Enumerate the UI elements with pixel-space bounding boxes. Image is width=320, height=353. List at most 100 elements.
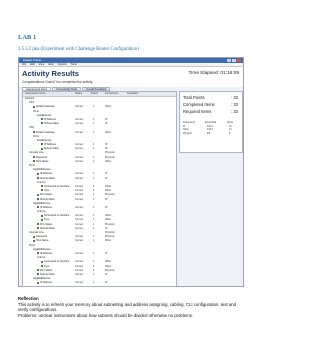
tree-row-text: Link Up	[37, 210, 46, 214]
doc-title: LAB 1	[18, 34, 37, 41]
tree-row-text: Ports	[33, 134, 39, 138]
tree-row[interactable]: IP Address Correct 1 IP	[23, 281, 176, 285]
tree-row-text: Host Name	[36, 159, 49, 163]
score-label: Completed Items	[183, 102, 215, 107]
tree-row-text: Default Gateway	[36, 105, 55, 109]
tree-row-text: GigabitEthernet	[33, 201, 51, 205]
menu-tools[interactable]: Tools	[71, 63, 77, 66]
tree-row-type: IP	[105, 281, 108, 285]
check-icon	[37, 222, 39, 225]
tree-row-text: Host Name	[36, 239, 49, 243]
check-icon	[41, 147, 43, 150]
tree-row-text: GigabitEthernet	[33, 247, 51, 251]
check-icon	[37, 273, 39, 276]
score-label: Required Items	[183, 109, 212, 114]
tree-row-text: Subnet Mask	[40, 226, 55, 230]
tree-row-text: Ports	[29, 243, 35, 247]
col-component[interactable]: Component	[105, 92, 118, 96]
tree-row-text: Ports	[29, 164, 35, 167]
score-row: Completed Items : 33	[183, 102, 239, 107]
check-icon	[33, 105, 35, 108]
check-icon	[37, 269, 39, 272]
check-icon	[33, 235, 35, 238]
check-icon	[37, 193, 39, 196]
assessment-tree[interactable]: Assessment Items Status Points Component…	[22, 91, 177, 287]
tree-row-text: GigabitEthernet	[33, 168, 51, 172]
tree-row-text: IP Address	[40, 205, 53, 209]
check-icon	[37, 227, 39, 230]
tree-row-points: 1	[93, 281, 95, 285]
tree-row-text: IP Address	[44, 117, 57, 121]
col-points[interactable]: Points	[91, 92, 98, 96]
results-title: Activity Results	[22, 69, 79, 78]
check-icon	[33, 160, 35, 163]
window-controls	[227, 59, 241, 62]
component-row: Physical 6/6 6	[183, 133, 239, 137]
menu-options[interactable]: Options	[58, 63, 67, 66]
tree-row-text: Type	[44, 189, 50, 193]
score-row: Required Items : 33	[183, 109, 239, 114]
score-panel: Total Points : 33 Completed Items : 33 R…	[179, 91, 243, 153]
maximize-button[interactable]	[232, 59, 236, 62]
minimize-button[interactable]	[227, 59, 231, 62]
check-icon	[37, 176, 39, 179]
completion-message: Congratulations Guest! You completed the…	[22, 80, 93, 84]
component-name: Physical	[183, 132, 192, 135]
tree-row-text: Port Status	[40, 268, 53, 272]
check-icon	[37, 172, 39, 175]
menu-file[interactable]: File	[22, 63, 26, 66]
check-icon	[41, 214, 43, 217]
tree-row-text: CS1	[29, 101, 34, 105]
tree-row-text: CS2	[29, 126, 34, 130]
reflection-paragraph: This activity is to refresh your memory …	[18, 301, 237, 313]
score-label: Total Points	[183, 95, 205, 100]
component-items: 6/6	[207, 132, 211, 135]
check-icon	[41, 122, 43, 125]
score-value: : 33	[231, 109, 238, 114]
tree-row-text: Link Up	[37, 256, 46, 260]
tree-row-text: Connected to Interface	[44, 260, 70, 264]
tree-row-text: Subnet Mask	[40, 272, 55, 276]
tree-row-text: IP Address	[40, 251, 53, 255]
menu-edit[interactable]: Edit	[30, 63, 34, 66]
check-icon	[41, 118, 43, 121]
score-row: Total Points : 33	[183, 95, 239, 100]
menu-help[interactable]: Help	[48, 63, 53, 66]
tree-row-text: FastEthernet	[37, 113, 52, 117]
score-value: : 33	[231, 102, 238, 107]
col-status[interactable]: Status	[75, 92, 82, 96]
check-icon	[41, 264, 43, 267]
tree-row-text: Network	[25, 97, 35, 100]
tree-row-text: Ports	[33, 109, 39, 113]
tree-body: Network CS1 Default Gateway Correct 1 Other Po…	[23, 97, 176, 285]
tree-row-status: Correct	[75, 281, 84, 285]
tree-row-text: Password	[36, 155, 47, 159]
check-icon	[33, 155, 35, 158]
menu-view[interactable]: View	[39, 63, 45, 66]
check-icon	[33, 130, 35, 133]
check-icon	[33, 239, 35, 242]
tree-row-text: Type	[44, 264, 50, 268]
component-table: Component Items/Total Score IP 14/14 14 …	[183, 122, 239, 136]
check-icon	[37, 197, 39, 200]
tree-row-text: Subnet Mask	[44, 122, 59, 126]
check-icon	[41, 260, 43, 263]
tree-row-text: Link Up	[37, 180, 46, 184]
check-icon	[41, 189, 43, 192]
results-header: Activity Results Congratulations Guest! …	[19, 67, 243, 87]
tree-row-text: Port Status	[40, 193, 53, 197]
check-icon	[41, 185, 43, 188]
check-icon	[37, 252, 39, 255]
tree-row-text: Subnet Mask	[40, 197, 55, 201]
activity-results-window: Packet Tracer File Edit View Help Option…	[18, 57, 244, 287]
col-assessment-items[interactable]: Assessment Items	[25, 92, 45, 96]
time-elapsed: Time Elapsed: 01:16:09	[188, 71, 240, 76]
tree-row-text: Default Gateway	[36, 130, 55, 134]
tree-row-text: Port Status	[40, 222, 53, 226]
tree-row-text: Subnet Mask	[44, 147, 59, 151]
col-feedback[interactable]: Feedback	[127, 92, 138, 96]
check-icon	[41, 218, 43, 221]
close-button[interactable]	[237, 59, 241, 62]
tree-row-text: Subnet Mask	[40, 176, 55, 180]
check-icon	[37, 281, 39, 284]
